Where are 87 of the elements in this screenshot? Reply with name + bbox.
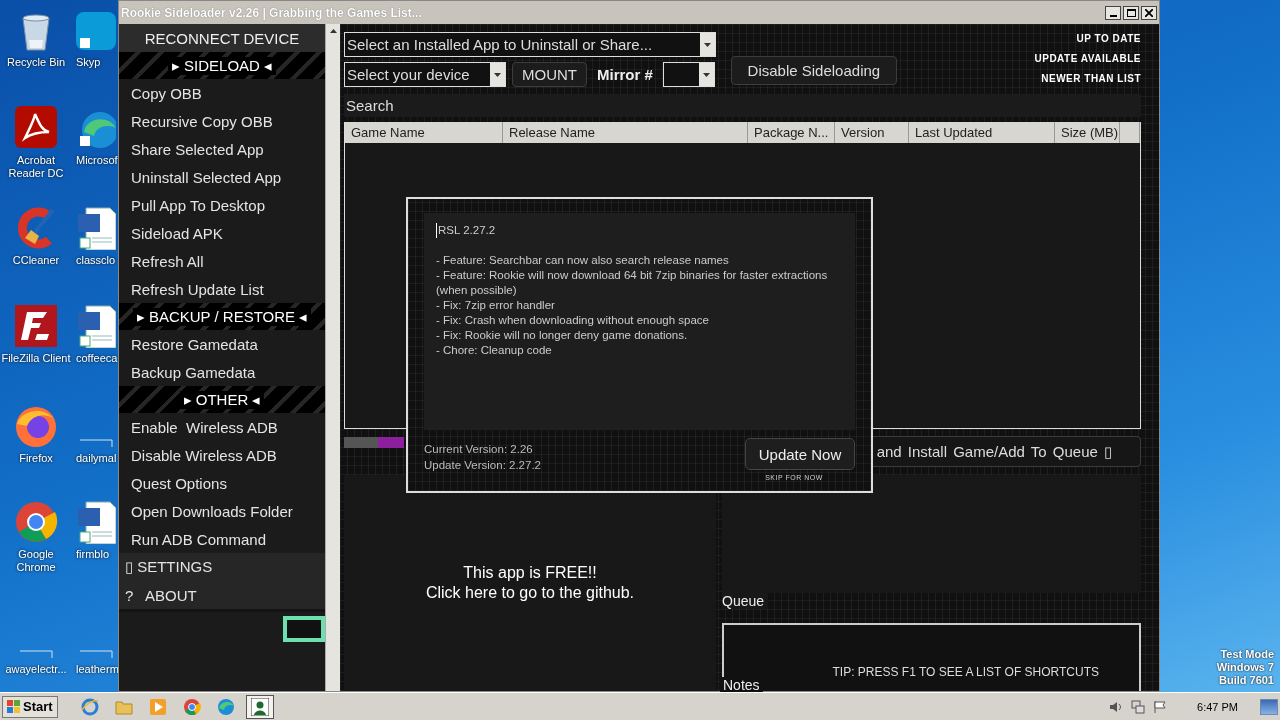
start-button[interactable]: Start [2, 695, 58, 718]
scrollbar[interactable] [325, 24, 340, 691]
folder-icon [114, 698, 133, 715]
desktop-icon-label[interactable]: Recycle Bin [6, 56, 66, 69]
desktop-icon-label[interactable]: Google Chrome [0, 548, 72, 574]
volume-icon[interactable] [1109, 699, 1124, 714]
mount-button[interactable]: MOUNT [512, 62, 587, 87]
column-header[interactable]: Version [835, 122, 909, 143]
recycle-bin-icon [19, 12, 53, 52]
dropdown-arrow-icon [704, 42, 711, 47]
desktop-icon-label[interactable]: Acrobat Reader DC [0, 154, 72, 180]
close-icon [1145, 8, 1153, 17]
browser-icon [80, 697, 99, 716]
search-field[interactable]: Search [344, 94, 1141, 117]
network-icon[interactable] [1131, 699, 1146, 714]
section-title: ▸ BACKUP / RESTORE ◂ [132, 307, 312, 326]
desktop-icon-label[interactable]: dailymal [76, 452, 117, 465]
desktop-icon-label[interactable]: leatherm [76, 663, 119, 676]
os-notice-text: Test Mode [1220, 648, 1274, 661]
close-button[interactable] [1141, 5, 1157, 20]
dropdown-arrow-icon [702, 72, 710, 77]
filezilla-app-icon [13, 304, 59, 348]
desktop-icon-label[interactable]: Firefox [19, 452, 53, 465]
changelog-line: - Chore: Cleanup code [436, 343, 553, 358]
current-version-text: Current Version: 2.26 [424, 442, 534, 457]
disable-sideloading-button[interactable]: Disable Sideloading [730, 56, 897, 85]
column-header[interactable]: Game Name [345, 122, 503, 143]
word-document-icon [76, 206, 116, 250]
window-title: Rookie Sideloader v2.26 | Grabbing the Games List... [121, 5, 422, 20]
desktop-icon-label[interactable]: coffeeca [76, 352, 118, 365]
chrome-app-icon [13, 500, 59, 544]
mirror-label: Mirror # [597, 66, 653, 83]
update-now-button[interactable]: Update Now [745, 438, 855, 470]
desktop-icon-label[interactable]: Microsof [76, 154, 118, 167]
os-notice-text: Windows 7 [1216, 661, 1274, 674]
column-header[interactable]: Size (MB) [1055, 122, 1120, 143]
maximize-icon [1126, 8, 1136, 17]
status-legend-text: UP TO DATE [1076, 33, 1141, 45]
github-link[interactable]: This app is FREE!! Click here to go to the github. [344, 475, 716, 691]
firefox-app-icon [13, 404, 59, 448]
status-legend-text: UPDATE AVAILABLE [1034, 53, 1141, 65]
person-app-icon [250, 697, 269, 716]
os-notice-text: Build 7601 [1218, 674, 1274, 687]
taskbar-app-button[interactable] [245, 694, 274, 719]
dropdown-arrow-icon [494, 72, 501, 77]
desktop-icon-label[interactable]: classclo [76, 254, 116, 267]
chrome-icon [182, 697, 201, 716]
reconnect-button[interactable]: RECONNECT DEVICE [119, 24, 325, 52]
clock[interactable]: 6:47 PM [1197, 700, 1238, 713]
section-title: ▸ OTHER ◂ [179, 390, 265, 409]
sidebar-footer-item[interactable]: ? ABOUT [119, 581, 325, 609]
notes-label: Notes [720, 677, 763, 693]
update-version-text: Update Version: 2.27.2 [424, 458, 541, 473]
maximize-button[interactable] [1123, 5, 1139, 20]
desktop-icon-label[interactable]: Skyp [76, 56, 101, 69]
section-title: ▸ SIDELOAD ◂ [167, 56, 277, 75]
changelog-line: - Fix: Rookie will no longer deny game donations. [436, 328, 689, 343]
edge-icon [216, 697, 235, 716]
status-legend-text: NEWER THAN LIST [1041, 73, 1141, 85]
pdf-app-icon [13, 106, 59, 150]
minimize-button[interactable] [1105, 5, 1121, 20]
changelog-line: - Feature: Searchbar can now also search release names [436, 253, 730, 268]
desktop-icon-label[interactable]: FileZilla Client [1, 352, 71, 365]
column-header[interactable]: Last Updated [909, 122, 1055, 143]
app-select[interactable]: Select an Installed App to Uninstall or Share... [344, 32, 716, 57]
show-desktop-button[interactable] [1260, 698, 1278, 715]
media-player-icon [148, 697, 167, 716]
changelog-line: - Fix: 7zip error handler [436, 298, 556, 313]
column-header[interactable]: Release Name [503, 122, 748, 143]
device-select[interactable]: Select your device [344, 62, 506, 87]
desktop-icon-label[interactable]: firmblo [76, 548, 109, 561]
column-header[interactable]: Package N... [748, 122, 835, 143]
changelog-line: - Feature: Rookie will now download 64 bit 7zip binaries for faster extractions (when possible) [436, 268, 829, 298]
windows-logo-icon [7, 699, 21, 714]
mirror-select[interactable] [662, 62, 715, 87]
word-document-icon [76, 500, 116, 544]
scroll-up-icon[interactable] [329, 29, 337, 33]
queue-label: Queue [722, 593, 769, 609]
sidebar-footer-item[interactable]: ▯ SETTINGS [119, 553, 325, 581]
tip-text: TIP: PRESS F1 TO SEE A LIST OF SHORTCUTS [832, 665, 1099, 679]
desktop-icon-label[interactable]: CCleaner [12, 254, 60, 267]
minimize-icon [1109, 14, 1117, 17]
flag-icon[interactable] [1153, 699, 1168, 714]
changelog-heading: RSL 2.27.2 [436, 223, 496, 238]
word-document-icon [76, 304, 116, 348]
desktop-icon-label[interactable]: awayelectr... [5, 663, 67, 676]
changelog-line: - Fix: Crash when downloading without enough space [436, 313, 710, 328]
